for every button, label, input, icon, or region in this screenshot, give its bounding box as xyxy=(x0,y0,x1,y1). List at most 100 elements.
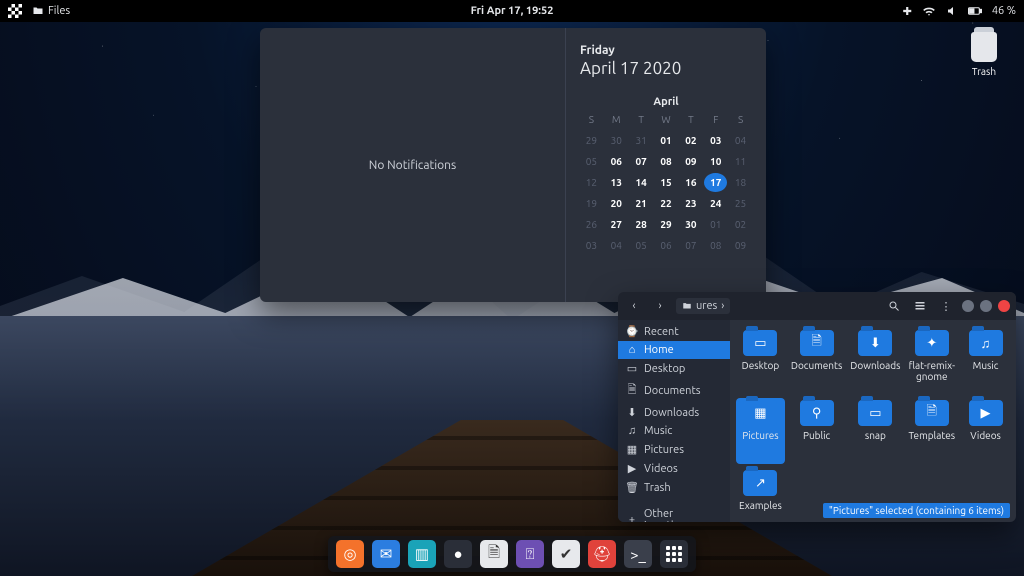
folder-flat-remix-gnome[interactable]: ✦flat-remix-gnome xyxy=(906,328,957,394)
calendar-day[interactable]: 09 xyxy=(729,236,752,255)
calendar-day[interactable]: 26 xyxy=(580,215,603,234)
calendar-day[interactable]: 25 xyxy=(729,194,752,213)
path-crumb[interactable]: ures › xyxy=(676,298,730,314)
sidebar-item-trash[interactable]: 🗑Trash xyxy=(618,478,730,497)
sidebar-item-home[interactable]: ⌂Home xyxy=(618,341,730,359)
files-indicator[interactable]: Files xyxy=(32,5,70,17)
desktop-trash[interactable]: Trash xyxy=(960,32,1008,77)
calendar-day[interactable]: 13 xyxy=(605,173,628,192)
folder-music[interactable]: ♫Music xyxy=(961,328,1010,394)
sidebar-item-videos[interactable]: ▶Videos xyxy=(618,459,730,478)
dock-files[interactable]: ▥ xyxy=(408,540,436,568)
calendar-day[interactable]: 19 xyxy=(580,194,603,213)
dock-show-applications[interactable] xyxy=(660,540,688,568)
calendar-day[interactable]: 11 xyxy=(729,152,752,171)
calendar-day[interactable]: 05 xyxy=(580,152,603,171)
calendar-day[interactable]: 08 xyxy=(655,152,678,171)
trash-icon xyxy=(971,32,997,62)
calendar-day[interactable]: 20 xyxy=(605,194,628,213)
folder-snap[interactable]: ▭snap xyxy=(848,398,902,464)
calendar-day[interactable]: 06 xyxy=(605,152,628,171)
calendar-day[interactable]: 09 xyxy=(679,152,702,171)
calendar-day[interactable]: 08 xyxy=(704,236,727,255)
sidebar-item-documents[interactable]: 🗎Documents xyxy=(618,378,730,403)
calendar-day[interactable]: 14 xyxy=(630,173,653,192)
battery-percent: 46 % xyxy=(992,5,1016,17)
calendar-day[interactable]: 31 xyxy=(630,131,653,150)
clock[interactable]: Fri Apr 17, 19:52 xyxy=(471,5,554,17)
dock-terminal[interactable]: >_ xyxy=(624,540,652,568)
calendar-day[interactable]: 07 xyxy=(630,152,653,171)
sidebar-item-icon: ⌚ xyxy=(626,325,638,338)
calendar-day[interactable]: 23 xyxy=(679,194,702,213)
sidebar-item-icon: ▶ xyxy=(626,462,638,475)
dock-software[interactable]: ⍰ xyxy=(516,540,544,568)
folder-examples[interactable]: ↗Examples xyxy=(736,468,785,522)
calendar-day[interactable]: 01 xyxy=(655,131,678,150)
view-toggle-button[interactable] xyxy=(910,296,930,316)
folder-pictures[interactable]: ▦Pictures xyxy=(736,398,785,464)
calendar-day[interactable]: 30 xyxy=(605,131,628,150)
calendar-day[interactable]: 03 xyxy=(704,131,727,150)
dock-rhythmbox[interactable]: ● xyxy=(444,540,472,568)
calendar-day[interactable]: 01 xyxy=(704,215,727,234)
files-headerbar[interactable]: ‹ › ures › ⋮ xyxy=(618,292,1016,320)
calendar-day[interactable]: 04 xyxy=(605,236,628,255)
calendar-day[interactable]: 22 xyxy=(655,194,678,213)
dock-todo[interactable]: ✔ xyxy=(552,540,580,568)
battery-icon[interactable] xyxy=(968,6,982,16)
calendar-weekday-head: T xyxy=(630,114,653,129)
calendar-day[interactable]: 27 xyxy=(605,215,628,234)
calendar-day[interactable]: 30 xyxy=(679,215,702,234)
window-minimize[interactable] xyxy=(962,300,974,312)
calendar-day[interactable]: 06 xyxy=(655,236,678,255)
folder-templates[interactable]: 🗎Templates xyxy=(906,398,957,464)
sidebar-item-desktop[interactable]: ▭Desktop xyxy=(618,359,730,378)
calendar-day[interactable]: 02 xyxy=(729,215,752,234)
calendar-day[interactable]: 29 xyxy=(655,215,678,234)
dock-firefox[interactable]: ◎ xyxy=(336,540,364,568)
window-close[interactable] xyxy=(998,300,1010,312)
dock-writer[interactable]: 🗎 xyxy=(480,540,508,568)
calendar-day[interactable]: 17 xyxy=(704,173,727,192)
sidebar-item-downloads[interactable]: ⬇Downloads xyxy=(618,403,730,422)
calendar-day[interactable]: 29 xyxy=(580,131,603,150)
dock-help[interactable]: ⛑ xyxy=(588,540,616,568)
calendar-day[interactable]: 03 xyxy=(580,236,603,255)
folder-desktop[interactable]: ▭Desktop xyxy=(736,328,785,394)
sidebar-item-label: Documents xyxy=(644,385,701,397)
accessibility-icon[interactable]: ✚ xyxy=(903,5,912,18)
sidebar-item-other-locations[interactable]: +Other Locations xyxy=(618,505,730,522)
folder-downloads[interactable]: ⬇Downloads xyxy=(848,328,902,394)
folder-videos[interactable]: ▶Videos xyxy=(961,398,1010,464)
calendar-day[interactable]: 21 xyxy=(630,194,653,213)
volume-icon[interactable] xyxy=(946,5,958,17)
calendar-day[interactable]: 24 xyxy=(704,194,727,213)
calendar-day[interactable]: 18 xyxy=(729,173,752,192)
dock-thunderbird[interactable]: ✉ xyxy=(372,540,400,568)
system-tray[interactable]: ✚ 46 % xyxy=(903,5,1016,18)
calendar-day[interactable]: 02 xyxy=(679,131,702,150)
calendar-day[interactable]: 28 xyxy=(630,215,653,234)
calendar-day[interactable]: 04 xyxy=(729,131,752,150)
calendar-day[interactable]: 05 xyxy=(630,236,653,255)
wifi-icon[interactable] xyxy=(922,5,936,17)
calendar-day[interactable]: 16 xyxy=(679,173,702,192)
calendar-day[interactable]: 15 xyxy=(655,173,678,192)
search-button[interactable] xyxy=(884,296,904,316)
sidebar-item-pictures[interactable]: ▦Pictures xyxy=(618,440,730,459)
sidebar-item-music[interactable]: ♫Music xyxy=(618,422,730,440)
activities-icon[interactable] xyxy=(8,4,22,18)
calendar-day[interactable]: 12 xyxy=(580,173,603,192)
folder-documents[interactable]: 🗎Documents xyxy=(789,328,844,394)
folder-public[interactable]: ⚲Public xyxy=(789,398,844,464)
calendar-day[interactable]: 07 xyxy=(679,236,702,255)
calendar-day[interactable]: 10 xyxy=(704,152,727,171)
window-maximize[interactable] xyxy=(980,300,992,312)
nav-back-button[interactable]: ‹ xyxy=(624,296,644,316)
sidebar-item-recent[interactable]: ⌚Recent xyxy=(618,322,730,341)
hamburger-button[interactable]: ⋮ xyxy=(936,296,956,316)
nav-forward-button[interactable]: › xyxy=(650,296,670,316)
crumb-label: ures xyxy=(696,300,717,312)
files-statusbar: "Pictures" selected (containing 6 items) xyxy=(823,503,1010,518)
